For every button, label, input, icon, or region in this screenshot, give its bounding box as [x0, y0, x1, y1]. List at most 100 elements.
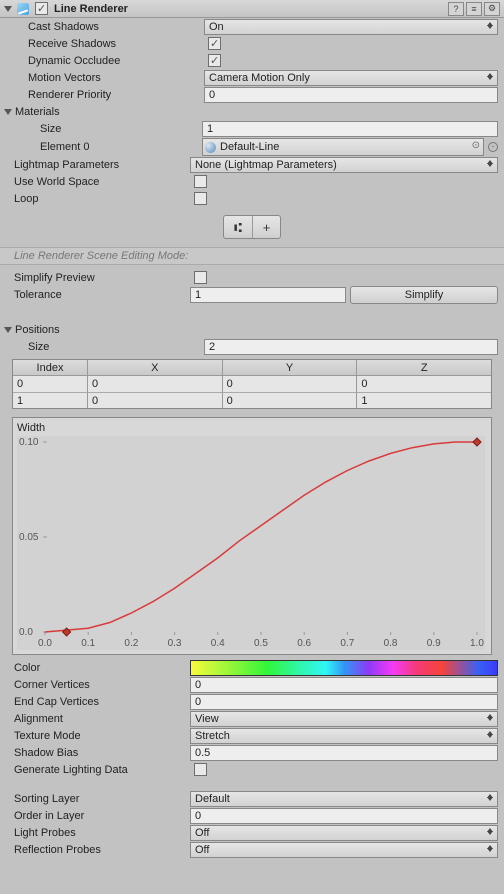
simplify-button[interactable]: Simplify [350, 286, 498, 304]
loop-row: Loop [0, 190, 504, 207]
preset-button[interactable]: ≡ [466, 2, 482, 16]
use-world-space-row: Use World Space [0, 173, 504, 190]
cell-y[interactable]: 0 [222, 392, 357, 408]
alignment-row: Alignment View [0, 710, 504, 727]
cast-shadows-row: Cast Shadows On [0, 18, 504, 35]
tolerance-field[interactable]: 1 [190, 287, 346, 303]
dynamic-occludee-row: Dynamic Occludee [0, 52, 504, 69]
cell-y[interactable]: 0 [222, 376, 357, 392]
svg-text:0.2: 0.2 [124, 638, 138, 649]
svg-text:0.05: 0.05 [19, 532, 39, 543]
cell-z[interactable]: 0 [356, 376, 491, 392]
object-picker-button[interactable] [488, 142, 498, 152]
svg-text:0.8: 0.8 [384, 638, 398, 649]
renderer-priority-label: Renderer Priority [28, 89, 204, 101]
component-enabled-checkbox[interactable] [35, 2, 48, 15]
receive-shadows-label: Receive Shadows [28, 38, 204, 50]
materials-header[interactable]: Materials [0, 103, 504, 120]
svg-text:0.5: 0.5 [254, 638, 268, 649]
order-in-layer-field[interactable]: 0 [190, 808, 498, 824]
positions-size-label: Size [28, 341, 204, 353]
endcap-verts-field[interactable]: 0 [190, 694, 498, 710]
lightmap-params-label: Lightmap Parameters [14, 159, 190, 171]
context-menu-button[interactable]: ⚙ [484, 2, 500, 16]
positions-table-header: Index X Y Z [13, 360, 491, 376]
cell-z[interactable]: 1 [356, 392, 491, 408]
use-world-space-label: Use World Space [14, 176, 190, 188]
positions-label: Positions [15, 324, 60, 336]
svg-text:0.0: 0.0 [38, 638, 52, 649]
endcap-verts-row: End Cap Vertices 0 [0, 693, 504, 710]
positions-size-row: Size 2 [0, 338, 504, 355]
materials-label: Materials [15, 106, 60, 118]
receive-shadows-checkbox[interactable] [208, 37, 221, 50]
col-header-x[interactable]: X [87, 360, 222, 376]
cell-index[interactable]: 0 [13, 376, 87, 392]
shadow-bias-label: Shadow Bias [14, 747, 190, 759]
foldout-icon[interactable] [4, 327, 12, 333]
loop-checkbox[interactable] [194, 192, 207, 205]
positions-header[interactable]: Positions [0, 321, 504, 338]
materials-size-field[interactable]: 1 [202, 121, 498, 137]
motion-vectors-row: Motion Vectors Camera Motion Only [0, 69, 504, 86]
cell-index[interactable]: 1 [13, 392, 87, 408]
table-row: 0 0 0 0 [13, 376, 491, 392]
corner-verts-field[interactable]: 0 [190, 677, 498, 693]
foldout-icon[interactable] [4, 6, 12, 12]
col-header-index[interactable]: Index [13, 360, 87, 376]
reflection-probes-label: Reflection Probes [14, 844, 190, 856]
positions-size-field[interactable]: 2 [204, 339, 498, 355]
foldout-icon[interactable] [4, 109, 12, 115]
gen-lighting-checkbox[interactable] [194, 763, 207, 776]
shadow-bias-field[interactable]: 0.5 [190, 745, 498, 761]
motion-vectors-dropdown[interactable]: Camera Motion Only [204, 70, 498, 86]
color-gradient-field[interactable] [190, 660, 498, 676]
edit-mode-toolbar: ⑆ + [0, 207, 504, 247]
width-curve-editor[interactable]: Width 0.00.050.100.00.10.20.30.40.50.60.… [12, 417, 492, 655]
motion-vectors-label: Motion Vectors [28, 72, 204, 84]
docs-button[interactable]: ? [448, 2, 464, 16]
component-header[interactable]: Line Renderer ? ≡ ⚙ [0, 0, 504, 18]
width-curve-title: Width [17, 422, 487, 434]
cast-shadows-dropdown[interactable]: On [204, 19, 498, 35]
edit-points-button[interactable]: ⑆ [224, 216, 252, 238]
tolerance-row: Tolerance 1 Simplify [0, 286, 504, 303]
cell-x[interactable]: 0 [87, 376, 222, 392]
add-point-button[interactable]: + [252, 216, 280, 238]
svg-text:0.3: 0.3 [168, 638, 182, 649]
light-probes-dropdown[interactable]: Off [190, 825, 498, 841]
dynamic-occludee-checkbox[interactable] [208, 54, 221, 67]
gen-lighting-row: Generate Lighting Data [0, 761, 504, 778]
svg-text:0.7: 0.7 [340, 638, 354, 649]
svg-text:0.4: 0.4 [211, 638, 225, 649]
simplify-preview-row: Simplify Preview [0, 269, 504, 286]
reflection-probes-dropdown[interactable]: Off [190, 842, 498, 858]
materials-element0-field[interactable]: Default-Line [202, 138, 484, 156]
renderer-priority-field[interactable]: 0 [204, 87, 498, 103]
order-in-layer-row: Order in Layer 0 [0, 807, 504, 824]
gen-lighting-label: Generate Lighting Data [14, 764, 190, 776]
light-probes-label: Light Probes [14, 827, 190, 839]
color-label: Color [14, 662, 190, 674]
corner-verts-row: Corner Vertices 0 [0, 676, 504, 693]
dynamic-occludee-label: Dynamic Occludee [28, 55, 204, 67]
col-header-z[interactable]: Z [356, 360, 491, 376]
svg-text:0.0: 0.0 [19, 627, 33, 638]
table-row: 1 0 0 1 [13, 392, 491, 408]
order-in-layer-label: Order in Layer [14, 810, 190, 822]
col-header-y[interactable]: Y [222, 360, 357, 376]
materials-element0-row: Element 0 Default-Line [0, 137, 504, 156]
alignment-dropdown[interactable]: View [190, 711, 498, 727]
simplify-preview-checkbox[interactable] [194, 271, 207, 284]
material-ball-icon [205, 142, 216, 153]
materials-size-row: Size 1 [0, 120, 504, 137]
cell-x[interactable]: 0 [87, 392, 222, 408]
light-probes-row: Light Probes Off [0, 824, 504, 841]
materials-element0-label: Element 0 [40, 141, 202, 153]
width-curve-graph[interactable]: 0.00.050.100.00.10.20.30.40.50.60.70.80.… [17, 436, 485, 650]
sorting-layer-dropdown[interactable]: Default [190, 791, 498, 807]
texture-mode-dropdown[interactable]: Stretch [190, 728, 498, 744]
simplify-preview-label: Simplify Preview [14, 272, 190, 284]
use-world-space-checkbox[interactable] [194, 175, 207, 188]
lightmap-params-dropdown[interactable]: None (Lightmap Parameters) [190, 157, 498, 173]
